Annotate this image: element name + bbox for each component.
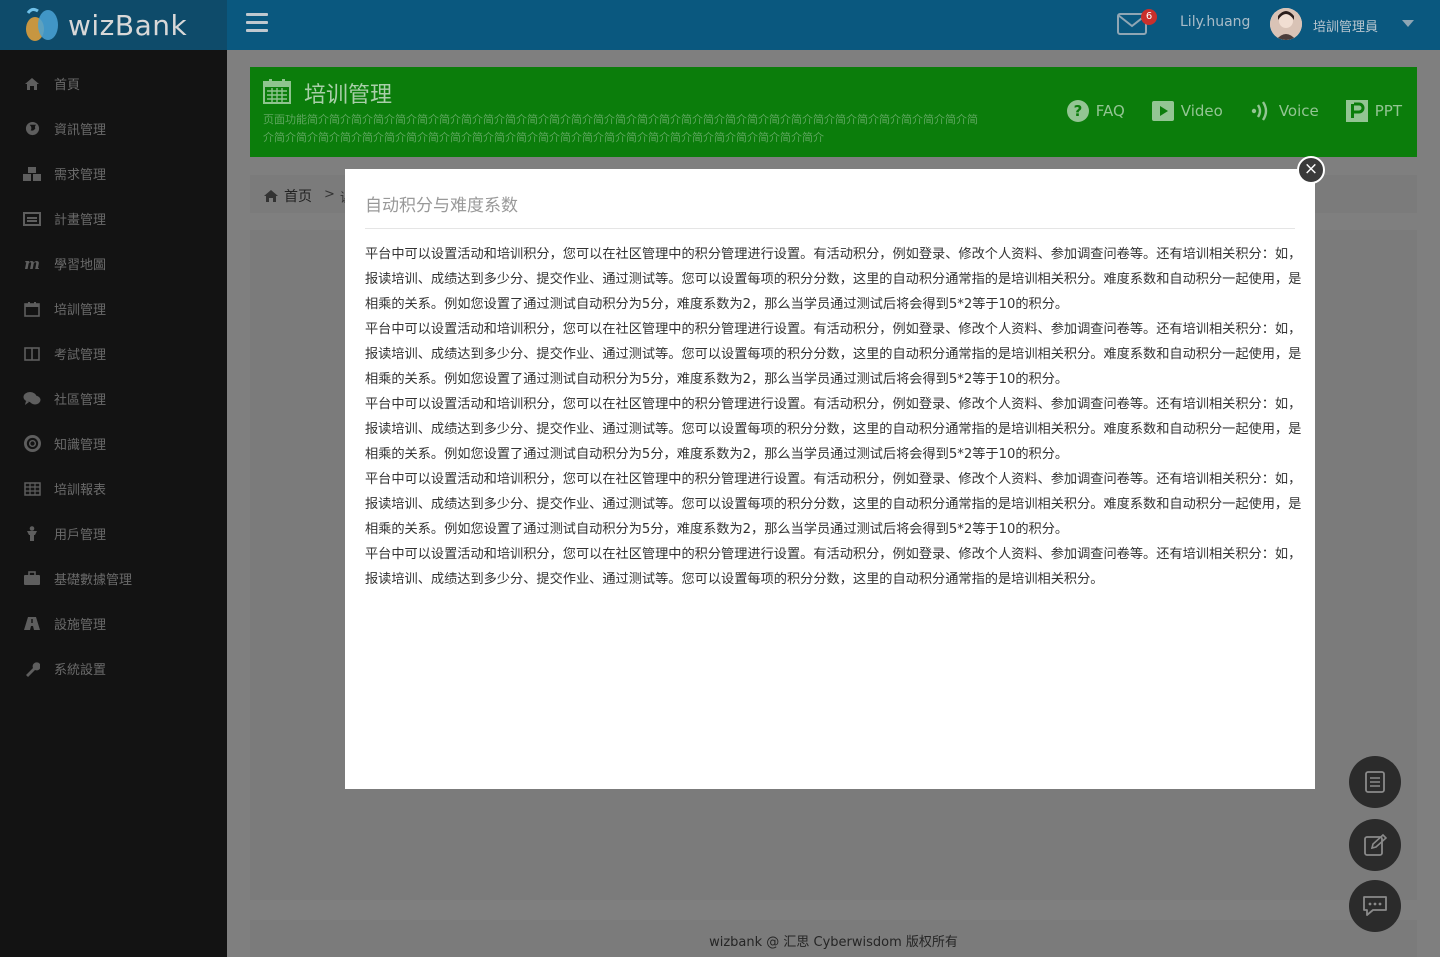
user-role[interactable]: 培訓管理員	[1313, 16, 1378, 35]
sidebar: 首頁 資訊管理 需求管理 計畫管理 m 學習地圖 培訓管理 考試管理 社區管理 …	[0, 50, 227, 957]
table-icon	[22, 480, 42, 498]
sidebar-item-training[interactable]: 培訓管理	[0, 286, 227, 331]
sidebar-item-demand[interactable]: 需求管理	[0, 151, 227, 196]
avatar-photo-icon	[1270, 8, 1302, 40]
globe-icon	[22, 120, 42, 138]
calendar-icon	[263, 79, 291, 104]
sidebar-item-exam[interactable]: 考試管理	[0, 331, 227, 376]
sidebar-item-settings[interactable]: 系統設置	[0, 646, 227, 691]
edit-icon	[1364, 833, 1387, 856]
breadcrumb-home[interactable]: 首页	[263, 186, 312, 206]
logo[interactable]: wizBank	[0, 0, 227, 50]
sidebar-item-label: 資訊管理	[54, 123, 107, 138]
sidebar-item-label: 用戶管理	[54, 528, 107, 543]
briefcase-icon	[22, 570, 42, 588]
sidebar-item-label: 社區管理	[54, 393, 107, 408]
sidebar-item-label: 培訓報表	[54, 483, 107, 498]
sidebar-item-reports[interactable]: 培訓報表	[0, 466, 227, 511]
chat-icon	[1363, 896, 1387, 916]
book-icon	[22, 345, 42, 363]
map-m-icon: m	[24, 254, 40, 273]
sidebar-item-label: 考試管理	[54, 348, 107, 363]
modal-body: 平台中可以设置活动和培训积分，您可以在社区管理中的积分管理进行设置。有活动积分，…	[365, 242, 1307, 592]
notes-icon	[1365, 771, 1385, 793]
username[interactable]: Lily.huang	[1180, 14, 1250, 30]
logo-text: wizBank	[68, 8, 188, 42]
chat-button[interactable]	[1349, 880, 1401, 932]
sidebar-item-label: 需求管理	[54, 168, 107, 183]
chat-bubbles-icon	[22, 390, 42, 408]
wizbank-logo-icon	[26, 7, 58, 41]
modal-close-button[interactable]: ×	[1297, 156, 1325, 184]
video-label: Video	[1180, 102, 1223, 120]
voice-wave-icon	[1251, 101, 1268, 121]
ppt-label: PPT	[1374, 102, 1402, 120]
modal-paragraph: 平台中可以设置活动和培训积分，您可以在社区管理中的积分管理进行设置。有活动积分，…	[365, 322, 1302, 387]
user-icon	[22, 525, 42, 543]
sidebar-item-label: 學習地圖	[54, 258, 107, 273]
sidebar-item-plan[interactable]: 計畫管理	[0, 196, 227, 241]
home-icon	[22, 75, 42, 93]
sidebar-item-basic-data[interactable]: 基礎數據管理	[0, 556, 227, 601]
sidebar-item-users[interactable]: 用戶管理	[0, 511, 227, 556]
edit-button[interactable]	[1349, 819, 1401, 871]
voice-link[interactable]: Voice	[1249, 99, 1319, 123]
avatar[interactable]	[1270, 8, 1302, 40]
help-links: ? FAQ Video Voice PPT	[1040, 99, 1402, 123]
page-title: 培训管理	[304, 83, 393, 108]
modal-paragraph: 平台中可以设置活动和培训积分，您可以在社区管理中的积分管理进行设置。有活动积分，…	[365, 547, 1302, 587]
caret-down-icon[interactable]	[1402, 20, 1414, 27]
top-navbar: wizBank 6 Lily.huang 培訓管理員	[0, 0, 1440, 50]
voice-label: Voice	[1278, 102, 1319, 120]
breadcrumb-separator: >	[324, 187, 335, 202]
help-modal: 自动积分与难度系数 平台中可以设置活动和培训积分，您可以在社区管理中的积分管理进…	[345, 169, 1315, 789]
sidebar-item-label: 培訓管理	[54, 303, 107, 318]
list-card-icon	[22, 210, 42, 228]
sidebar-item-label: 設施管理	[54, 618, 107, 633]
sidebar-item-label: 系統設置	[54, 663, 107, 678]
wrench-icon	[22, 660, 42, 678]
sidebar-item-label: 基礎數據管理	[54, 573, 133, 588]
sidebar-item-learning-map[interactable]: m 學習地圖	[0, 241, 227, 286]
ppt-link[interactable]: PPT	[1345, 99, 1402, 123]
modal-divider	[365, 228, 1295, 229]
sidebar-item-community[interactable]: 社區管理	[0, 376, 227, 421]
calendar-icon	[22, 300, 42, 318]
mail-count-badge: 6	[1141, 9, 1157, 25]
sidebar-item-knowledge[interactable]: 知識管理	[0, 421, 227, 466]
ppt-icon	[1345, 100, 1368, 122]
road-icon	[22, 615, 42, 633]
sidebar-item-label: 計畫管理	[54, 213, 107, 228]
page-header: 培训管理 页面功能简介简介简介简介简介简介简介简介简介简介简介简介简介简介简介简…	[250, 67, 1417, 157]
modal-title: 自动积分与难度系数	[365, 196, 518, 216]
sidebar-item-label: 知識管理	[54, 438, 107, 453]
question-circle-icon: ?	[1066, 100, 1089, 122]
sidebar-item-label: 首頁	[54, 78, 81, 93]
video-link[interactable]: Video	[1151, 99, 1223, 123]
lifebuoy-icon	[22, 435, 42, 453]
breadcrumb-home-label: 首页	[284, 189, 312, 205]
modal-paragraph: 平台中可以设置活动和培训积分，您可以在社区管理中的积分管理进行设置。有活动积分，…	[365, 472, 1302, 537]
faq-link[interactable]: ? FAQ	[1066, 99, 1125, 123]
home-icon	[264, 190, 278, 202]
svg-text:?: ?	[1073, 102, 1082, 120]
modal-paragraph: 平台中可以设置活动和培训积分，您可以在社区管理中的积分管理进行设置。有活动积分，…	[365, 397, 1302, 462]
notes-button[interactable]	[1349, 756, 1401, 808]
cubes-icon	[22, 165, 42, 183]
modal-paragraph: 平台中可以设置活动和培训积分，您可以在社区管理中的积分管理进行设置。有活动积分，…	[365, 247, 1302, 312]
sidebar-item-home[interactable]: 首頁	[0, 61, 227, 106]
footer: wizbank @ 汇思 Cyberwisdom 版权所有	[250, 920, 1417, 957]
menu-toggle-icon[interactable]	[246, 13, 268, 33]
page-description: 页面功能简介简介简介简介简介简介简介简介简介简介简介简介简介简介简介简介简介简介…	[263, 113, 978, 144]
sidebar-item-info[interactable]: 資訊管理	[0, 106, 227, 151]
sidebar-item-facilities[interactable]: 設施管理	[0, 601, 227, 646]
footer-text: wizbank @ 汇思 Cyberwisdom 版权所有	[709, 935, 958, 950]
faq-label: FAQ	[1095, 102, 1125, 120]
play-video-icon	[1151, 101, 1174, 121]
